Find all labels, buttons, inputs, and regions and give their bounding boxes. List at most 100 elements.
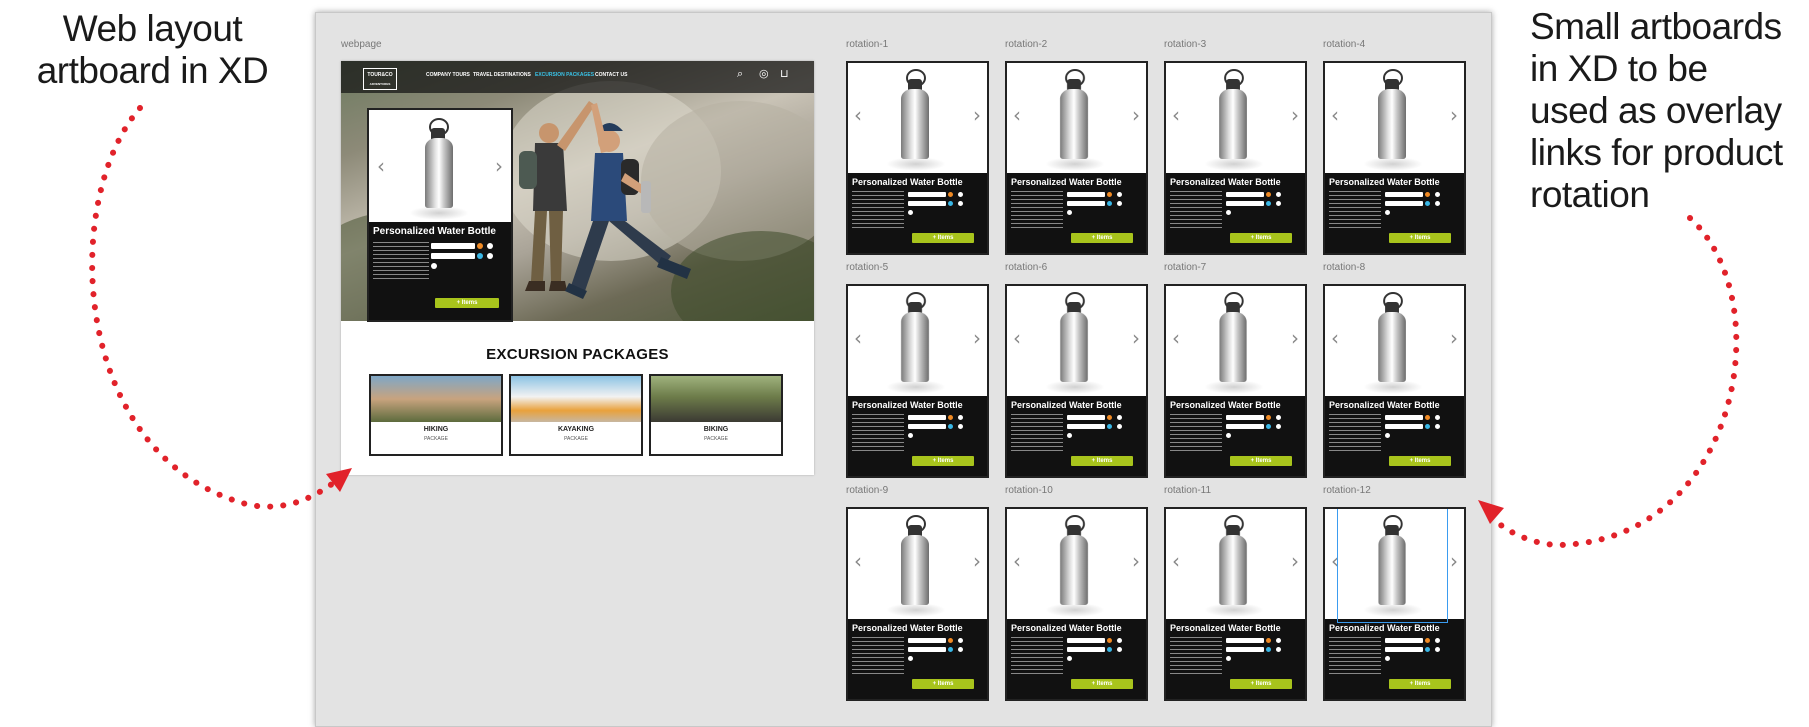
rotation-artboard[interactable]: ‹ › Personalized Water Bottle + Items: [1164, 507, 1307, 701]
package-label: KAYAKING: [557, 426, 595, 433]
webpage-artboard-label[interactable]: webpage: [341, 39, 382, 50]
chevron-right-icon[interactable]: ›: [495, 154, 503, 178]
site-logo[interactable]: TOUR&CO ADVENTURES: [363, 68, 397, 90]
product-image: ‹ ›: [848, 63, 987, 173]
add-items-button[interactable]: + Items: [1230, 233, 1292, 243]
add-items-button[interactable]: + Items: [912, 233, 974, 243]
nav-link-travel-destinations[interactable]: TRAVEL DESTINATIONS: [473, 72, 531, 78]
rotation-artboard-label[interactable]: rotation-10: [1005, 485, 1053, 496]
globe-icon[interactable]: ◎: [759, 69, 769, 80]
rotation-artboard-label[interactable]: rotation-7: [1164, 262, 1206, 273]
product-image: ‹ ›: [848, 509, 987, 619]
rotation-artboard[interactable]: ‹ › Personalized Water Bottle + Items: [1005, 61, 1148, 255]
add-items-button[interactable]: + Items: [1230, 679, 1292, 689]
hero-product-card[interactable]: ‹ › Personalized Water Bottle + Items: [367, 108, 513, 322]
add-items-button[interactable]: + Items: [1389, 456, 1451, 466]
rotation-artboard[interactable]: ‹ › Personalized Water Bottle + Items: [1323, 61, 1466, 255]
add-items-button[interactable]: + Items: [1071, 679, 1133, 689]
xd-canvas[interactable]: webpage TOUR&CO ADVENTURES COMPANY TOURS…: [315, 12, 1492, 727]
add-items-button-label: + Items: [932, 458, 954, 464]
water-bottle: [1378, 89, 1406, 159]
package-card-biking[interactable]: BIKING PACKAGE: [649, 374, 783, 456]
add-items-button-label: + Items: [1091, 458, 1113, 464]
add-items-button[interactable]: + Items: [1230, 456, 1292, 466]
product-title: Personalized Water Bottle: [852, 623, 963, 633]
rotation-artboard[interactable]: ‹ › Personalized Water Bottle + Items: [1164, 61, 1307, 255]
nav-link-company-tours[interactable]: COMPANY TOURS: [426, 72, 470, 78]
package-card-hiking[interactable]: HIKING PACKAGE: [369, 374, 503, 456]
product-title: Personalized Water Bottle: [1170, 623, 1281, 633]
rotation-artboard-label[interactable]: rotation-5: [846, 262, 888, 273]
add-items-button[interactable]: + Items: [1389, 233, 1451, 243]
water-bottle: [901, 312, 929, 382]
rotation-artboard[interactable]: ‹ › Personalized Water Bottle + Items: [1005, 507, 1148, 701]
rotation-artboard-label[interactable]: rotation-9: [846, 485, 888, 496]
rotation-artboard-label[interactable]: rotation-11: [1164, 485, 1211, 496]
package-label: BIKING: [703, 426, 729, 433]
package-sub: PACKAGE: [704, 436, 728, 442]
add-items-button[interactable]: + Items: [1071, 456, 1133, 466]
rotation-artboard[interactable]: ‹ › Personalized Water Bottle + Items: [846, 284, 989, 478]
product-image: ‹ ›: [1007, 63, 1146, 173]
rotation-artboard[interactable]: ‹ › Personalized Water Bottle + Items: [846, 61, 989, 255]
right-callout-line: rotation: [1530, 174, 1650, 215]
logo-line: TOUR&CO: [367, 72, 393, 78]
add-items-button-label: + Items: [456, 300, 478, 306]
add-items-button[interactable]: + Items: [1071, 233, 1133, 243]
product-image: ‹ ›: [848, 286, 987, 396]
rotation-artboard-label[interactable]: rotation-8: [1323, 262, 1365, 273]
add-items-button-label: + Items: [1091, 681, 1113, 687]
add-items-button[interactable]: + Items: [912, 456, 974, 466]
product-title: Personalized Water Bottle: [1329, 177, 1440, 187]
product-title: Personalized Water Bottle: [852, 400, 963, 410]
left-callout-line: Web layout: [62, 8, 243, 49]
water-bottle: [1219, 535, 1247, 605]
left-callout: Web layout artboard in XD: [10, 8, 295, 92]
add-items-button-label: + Items: [1250, 681, 1272, 687]
right-callout-line: Small artboards: [1530, 6, 1782, 47]
add-items-button[interactable]: + Items: [1389, 679, 1451, 689]
product-title: Personalized Water Bottle: [1170, 400, 1281, 410]
water-bottle: [1219, 89, 1247, 159]
cart-icon[interactable]: ⊔: [780, 69, 790, 80]
water-bottle: [1378, 312, 1406, 382]
product-image: ‹ ›: [1007, 509, 1146, 619]
rotation-artboard-label[interactable]: rotation-1: [846, 39, 888, 50]
rotation-artboard-label[interactable]: rotation-6: [1005, 262, 1047, 273]
right-callout-line: in XD to be: [1530, 48, 1708, 89]
product-title: Personalized Water Bottle: [1011, 623, 1122, 633]
rotation-artboard[interactable]: ‹ › Personalized Water Bottle + Items: [846, 507, 989, 701]
add-items-button[interactable]: + Items: [435, 298, 499, 308]
rotation-artboard-label[interactable]: rotation-2: [1005, 39, 1047, 50]
add-items-button-label: + Items: [932, 235, 954, 241]
rotation-artboard[interactable]: ‹ › Personalized Water Bottle + Items: [1323, 507, 1466, 701]
water-bottle: [1219, 312, 1247, 382]
chevron-left-icon[interactable]: ‹: [377, 154, 385, 178]
package-label: HIKING: [423, 426, 449, 433]
add-items-button-label: + Items: [1091, 235, 1113, 241]
search-icon[interactable]: ⌕: [737, 69, 747, 80]
rotation-artboard-label[interactable]: rotation-12: [1323, 485, 1371, 496]
add-items-button-label: + Items: [1409, 681, 1431, 687]
nav-link-excursion-packages[interactable]: EXCURSION PACKAGES: [535, 72, 594, 78]
right-callout-arrow: [1487, 215, 1740, 549]
rotation-artboard[interactable]: ‹ › Personalized Water Bottle + Items: [1164, 284, 1307, 478]
rotation-artboard-label[interactable]: rotation-3: [1164, 39, 1206, 50]
product-title: Personalized Water Bottle: [1011, 177, 1122, 187]
add-items-button[interactable]: + Items: [912, 679, 974, 689]
rotation-artboard[interactable]: ‹ › Personalized Water Bottle + Items: [1323, 284, 1466, 478]
product-image: ‹ ›: [1166, 286, 1305, 396]
webpage-artboard[interactable]: TOUR&CO ADVENTURES COMPANY TOURS TRAVEL …: [341, 61, 814, 475]
rotation-artboard[interactable]: ‹ › Personalized Water Bottle + Items: [1005, 284, 1148, 478]
product-image: ‹ ›: [1166, 63, 1305, 173]
product-image: ‹ ›: [1325, 286, 1464, 396]
water-bottle: [901, 89, 929, 159]
product-image: ‹ ›: [369, 110, 511, 222]
water-bottle: [1060, 535, 1088, 605]
rotation-artboard-label[interactable]: rotation-4: [1323, 39, 1365, 50]
nav-link-contact-us[interactable]: CONTACT US: [595, 72, 627, 78]
package-card-kayaking[interactable]: KAYAKING PACKAGE: [509, 374, 643, 456]
hikers-illustration: [519, 101, 691, 299]
product-title: Personalized Water Bottle: [1329, 400, 1440, 410]
product-title: Personalized Water Bottle: [852, 177, 963, 187]
